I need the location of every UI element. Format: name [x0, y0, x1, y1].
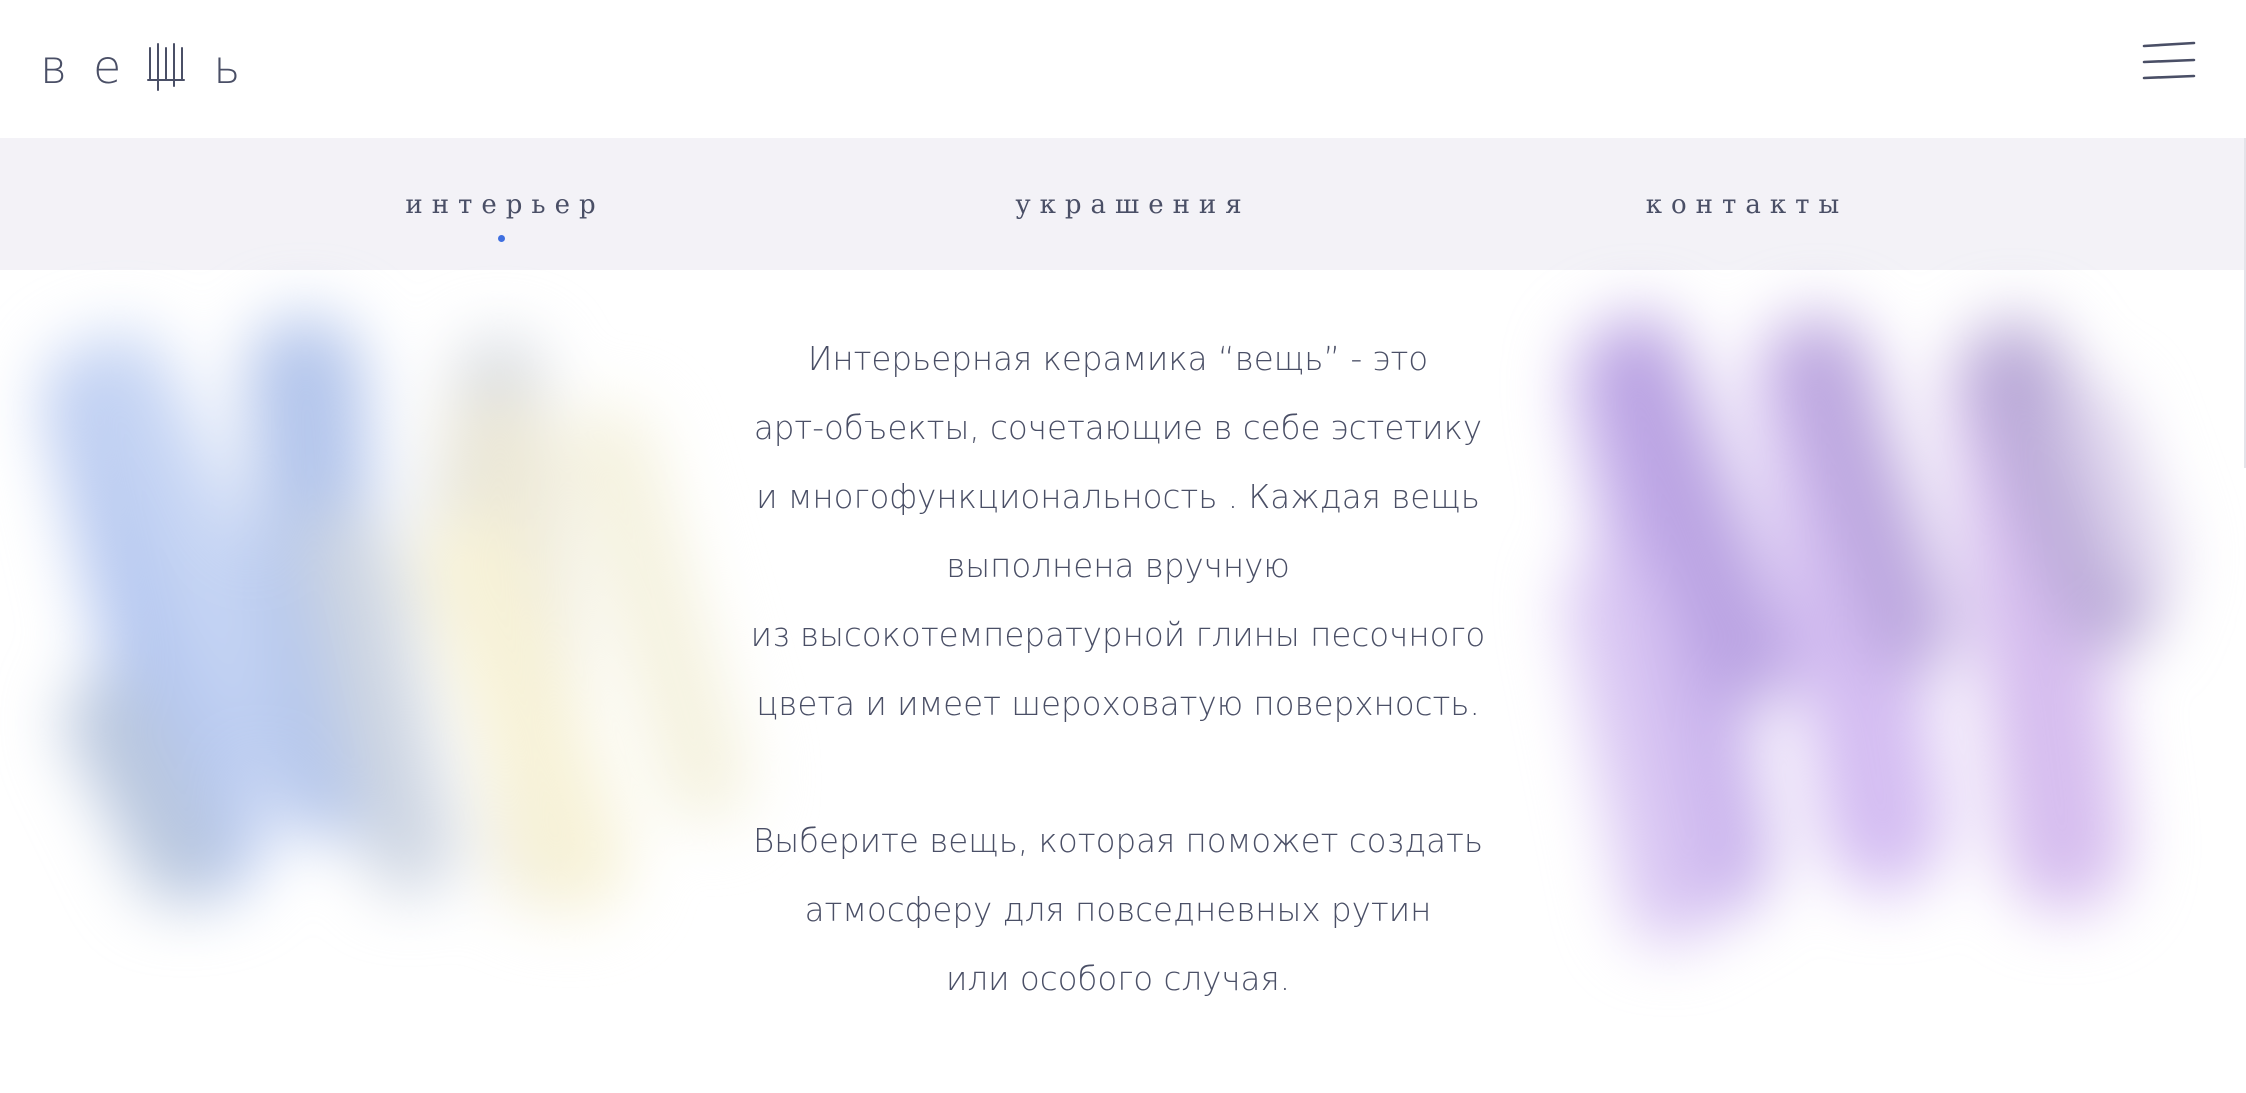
intro-description: Интерьерная керамика “вещь” - это арт-об… [720, 325, 1516, 1014]
nav-active-indicator [498, 235, 505, 242]
intro-line: выполнена вручную [946, 547, 1290, 585]
nav-item-jewelry[interactable]: украшения [1008, 190, 1258, 224]
intro-line: из высокотемпературной глины песочного [750, 616, 1486, 654]
blurred-ceramics-image-left [45, 315, 750, 915]
main-nav: интерьер украшения контакты [0, 138, 2246, 270]
logo-letter-soft-sign: ь [213, 40, 241, 94]
cta-line: атмосферу для повседневных рутин [804, 891, 1432, 929]
cta-line: или особого случая. [945, 960, 1291, 998]
site-header: в е ь [0, 0, 2246, 138]
logo-shch-glyph [147, 43, 186, 91]
hamburger-menu-icon[interactable] [2141, 40, 2197, 84]
page: в е ь интерьер украшения контакты Интерь… [0, 0, 2246, 1093]
intro-line: Интерьерная керамика “вещь” - это [807, 340, 1429, 378]
cta-line: Выберите вещь, которая поможет создать [752, 822, 1484, 860]
hamburger-lines [2142, 41, 2196, 80]
site-logo[interactable]: в е ь [40, 42, 240, 92]
logo-letter-v: в [40, 40, 67, 94]
blurred-ceramics-image-right [1565, 315, 2175, 945]
nav-item-contacts[interactable]: контакты [1642, 190, 1852, 224]
intro-line: и многофункциональность . Каждая вещь [756, 478, 1480, 516]
intro-line: цвета и имеет шероховатую поверхность. [756, 685, 1480, 723]
nav-item-interior[interactable]: интерьер [400, 190, 610, 224]
intro-line: арт-объекты, сочетающие в себе эстетику [753, 409, 1483, 447]
logo-letter-e: е [92, 40, 122, 94]
